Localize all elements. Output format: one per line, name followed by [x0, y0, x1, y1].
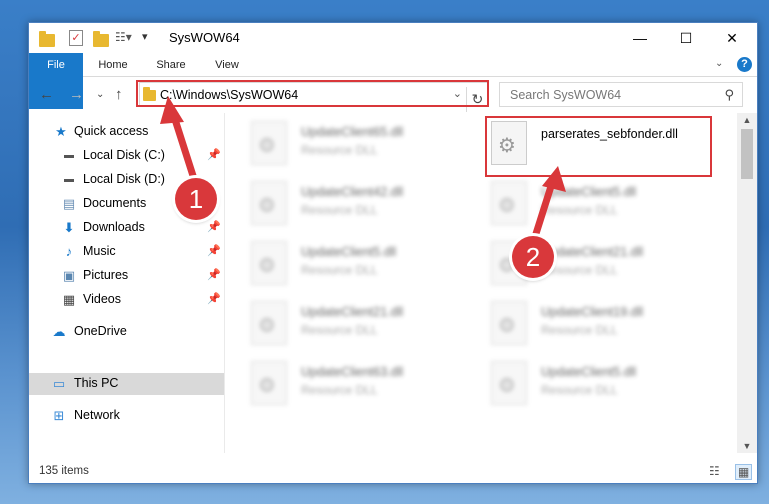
- file-item[interactable]: ⚙ UpdateClient65.dll Resource DLL: [251, 121, 481, 177]
- ribbon-expand-icon[interactable]: ⌄: [715, 58, 723, 69]
- tab-share[interactable]: Share: [149, 53, 193, 77]
- nav-item-pictures[interactable]: ▣ Pictures 📌: [29, 265, 224, 287]
- customize-toolbar-icon[interactable]: ☷▾: [115, 30, 132, 44]
- nav-item-onedrive[interactable]: ☁ OneDrive: [29, 321, 224, 343]
- recent-locations-icon[interactable]: ⌄: [96, 89, 104, 100]
- download-icon: ⬇: [63, 220, 75, 235]
- search-box[interactable]: Search SysWOW64 ⚲: [499, 82, 743, 107]
- folder-icon: [39, 31, 55, 47]
- star-icon: ★: [55, 124, 67, 139]
- pin-icon[interactable]: 📌: [207, 268, 221, 281]
- address-bar-highlight: [136, 80, 489, 107]
- nav-item-local-disk-c[interactable]: ▬ Local Disk (C:) 📌: [29, 145, 224, 167]
- dll-file-icon: ⚙: [251, 241, 287, 285]
- music-icon: ♪: [65, 244, 73, 259]
- nav-item-quick-access[interactable]: ★ Quick access: [29, 121, 224, 143]
- file-item[interactable]: ⚙ UpdateClient5.dll Resource DLL: [251, 241, 481, 297]
- item-count: 135 items: [39, 465, 89, 477]
- file-item[interactable]: ⚙ UpdateClient19.dll Resource DLL: [491, 301, 721, 357]
- vertical-scrollbar[interactable]: ▲ ▼: [737, 113, 757, 453]
- scroll-thumb[interactable]: [741, 129, 753, 179]
- step-1-badge: 1: [175, 178, 217, 220]
- nav-item-network[interactable]: ⊞ Network: [29, 405, 224, 427]
- nav-item-this-pc[interactable]: ▭ This PC: [29, 373, 224, 395]
- file-item[interactable]: ⚙ UpdateClient5.dll Resource DLL: [491, 361, 721, 417]
- computer-icon: ▭: [52, 376, 66, 391]
- drive-icon: ▬: [64, 174, 74, 185]
- up-arrow-icon[interactable]: ↑: [115, 86, 123, 103]
- forward-arrow-icon[interactable]: →: [69, 86, 84, 103]
- nav-item-videos[interactable]: ▦ Videos 📌: [29, 289, 224, 311]
- window-title: SysWOW64: [169, 30, 240, 45]
- title-bar: ✓ ☷▾ ▾ SysWOW64 — ☐ ✕: [29, 23, 757, 53]
- large-icons-view-icon[interactable]: ▦: [735, 464, 753, 480]
- dll-file-icon: ⚙: [491, 361, 527, 405]
- ribbon-tabs: File Home Share View ⌄ ?: [29, 53, 757, 109]
- pin-icon[interactable]: 📌: [207, 244, 221, 257]
- drive-icon: ▬: [64, 150, 74, 161]
- documents-icon: ▤: [62, 196, 76, 211]
- dll-file-icon: ⚙: [251, 361, 287, 405]
- file-item[interactable]: ⚙ UpdateClient63.dll Resource DLL: [251, 361, 481, 417]
- properties-icon[interactable]: ✓: [69, 30, 83, 46]
- file-item[interactable]: ⚙ UpdateClient5.dll Resource DLL: [491, 181, 721, 237]
- nav-item-downloads[interactable]: ⬇ Downloads 📌: [29, 217, 224, 239]
- scroll-down-icon[interactable]: ▼: [737, 439, 757, 453]
- dll-file-icon: ⚙: [251, 121, 287, 165]
- file-item[interactable]: ⚙ UpdateClient42.dll Resource DLL: [251, 181, 481, 237]
- dll-file-icon: ⚙: [251, 181, 287, 225]
- tab-view[interactable]: View: [205, 53, 249, 77]
- videos-icon: ▦: [62, 292, 76, 307]
- pin-icon[interactable]: 📌: [207, 148, 221, 161]
- search-icon[interactable]: ⚲: [724, 87, 734, 103]
- minimize-button[interactable]: —: [617, 23, 663, 53]
- details-view-icon[interactable]: ☷: [709, 464, 720, 478]
- search-input[interactable]: Search SysWOW64: [510, 88, 621, 102]
- status-bar: 135 items ☷ ▦: [29, 461, 757, 483]
- back-arrow-icon[interactable]: ←: [39, 86, 54, 103]
- maximize-button[interactable]: ☐: [663, 23, 709, 53]
- dll-file-icon: ⚙: [251, 301, 287, 345]
- dll-file-icon: ⚙: [491, 301, 527, 345]
- pin-icon[interactable]: 📌: [207, 292, 221, 305]
- network-icon: ⊞: [53, 408, 65, 423]
- pin-icon[interactable]: 📌: [207, 220, 221, 233]
- cloud-icon: ☁: [52, 324, 66, 339]
- new-folder-icon[interactable]: [93, 31, 109, 47]
- tab-home[interactable]: Home: [91, 53, 135, 77]
- nav-item-music[interactable]: ♪ Music 📌: [29, 241, 224, 263]
- file-item[interactable]: ⚙ UpdateClient21.dll Resource DLL: [251, 301, 481, 357]
- navigation-pane: ★ Quick access ▬ Local Disk (C:) 📌 ▬ Loc…: [29, 113, 224, 453]
- file-highlight: [485, 116, 712, 177]
- help-icon[interactable]: ?: [737, 57, 752, 72]
- step-2-badge: 2: [512, 236, 554, 278]
- dll-file-icon: ⚙: [491, 181, 527, 225]
- close-button[interactable]: ✕: [709, 23, 755, 53]
- quick-access-dropdown-icon[interactable]: ▾: [142, 30, 148, 43]
- scroll-up-icon[interactable]: ▲: [737, 113, 757, 127]
- pictures-icon: ▣: [62, 268, 76, 283]
